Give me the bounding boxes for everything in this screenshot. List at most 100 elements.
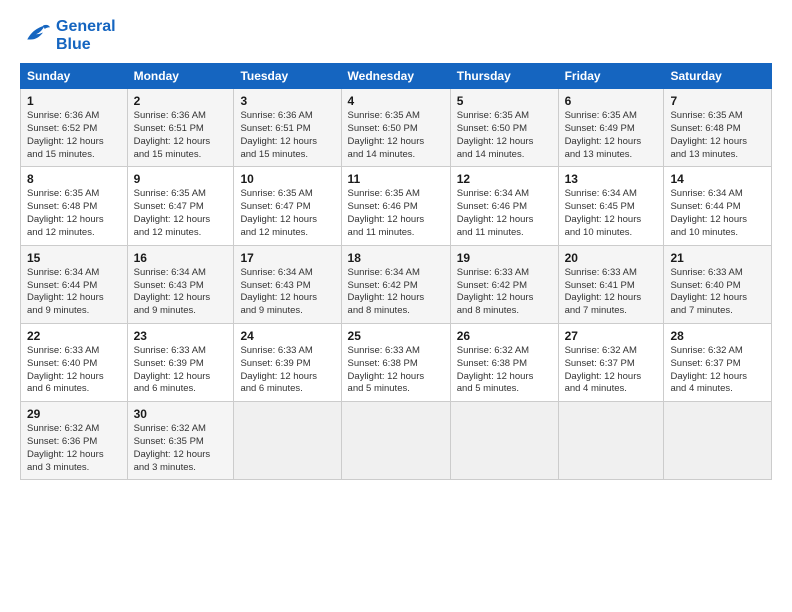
day-number: 28 [670,329,765,343]
day-info: Sunrise: 6:34 AM Sunset: 6:45 PM Dayligh… [565,188,658,239]
day-number: 14 [670,172,765,186]
day-number: 22 [27,329,121,343]
calendar-cell [234,402,341,480]
day-number: 3 [240,94,334,108]
calendar-cell: 3 Sunrise: 6:36 AM Sunset: 6:51 PM Dayli… [234,89,341,167]
day-info: Sunrise: 6:33 AM Sunset: 6:39 PM Dayligh… [134,345,228,396]
day-number: 11 [348,172,444,186]
weekday-header-wednesday: Wednesday [341,64,450,89]
day-number: 10 [240,172,334,186]
day-number: 7 [670,94,765,108]
day-number: 30 [134,407,228,421]
day-number: 26 [457,329,552,343]
weekday-header-thursday: Thursday [450,64,558,89]
day-info: Sunrise: 6:34 AM Sunset: 6:43 PM Dayligh… [134,267,228,318]
day-number: 4 [348,94,444,108]
day-info: Sunrise: 6:35 AM Sunset: 6:50 PM Dayligh… [457,110,552,161]
calendar-week-4: 22 Sunrise: 6:33 AM Sunset: 6:40 PM Dayl… [21,323,772,401]
calendar-cell: 21 Sunrise: 6:33 AM Sunset: 6:40 PM Dayl… [664,245,772,323]
calendar-cell [558,402,664,480]
calendar-cell: 19 Sunrise: 6:33 AM Sunset: 6:42 PM Dayl… [450,245,558,323]
calendar-header-row: SundayMondayTuesdayWednesdayThursdayFrid… [21,64,772,89]
day-number: 21 [670,251,765,265]
day-number: 15 [27,251,121,265]
day-number: 8 [27,172,121,186]
calendar-cell: 2 Sunrise: 6:36 AM Sunset: 6:51 PM Dayli… [127,89,234,167]
calendar-cell: 15 Sunrise: 6:34 AM Sunset: 6:44 PM Dayl… [21,245,128,323]
calendar-cell [450,402,558,480]
day-info: Sunrise: 6:35 AM Sunset: 6:47 PM Dayligh… [134,188,228,239]
calendar-cell [664,402,772,480]
day-info: Sunrise: 6:36 AM Sunset: 6:51 PM Dayligh… [134,110,228,161]
day-number: 20 [565,251,658,265]
day-info: Sunrise: 6:34 AM Sunset: 6:46 PM Dayligh… [457,188,552,239]
day-info: Sunrise: 6:33 AM Sunset: 6:40 PM Dayligh… [670,267,765,318]
day-number: 19 [457,251,552,265]
day-info: Sunrise: 6:33 AM Sunset: 6:39 PM Dayligh… [240,345,334,396]
calendar-week-3: 15 Sunrise: 6:34 AM Sunset: 6:44 PM Dayl… [21,245,772,323]
day-info: Sunrise: 6:32 AM Sunset: 6:37 PM Dayligh… [565,345,658,396]
calendar-cell: 29 Sunrise: 6:32 AM Sunset: 6:36 PM Dayl… [21,402,128,480]
day-info: Sunrise: 6:35 AM Sunset: 6:46 PM Dayligh… [348,188,444,239]
calendar-cell: 18 Sunrise: 6:34 AM Sunset: 6:42 PM Dayl… [341,245,450,323]
day-number: 25 [348,329,444,343]
page: General Blue SundayMondayTuesdayWednesda… [0,0,792,612]
logo: General Blue [20,18,116,53]
calendar-cell [341,402,450,480]
calendar-cell: 4 Sunrise: 6:35 AM Sunset: 6:50 PM Dayli… [341,89,450,167]
day-number: 27 [565,329,658,343]
calendar-cell: 13 Sunrise: 6:34 AM Sunset: 6:45 PM Dayl… [558,167,664,245]
day-number: 17 [240,251,334,265]
calendar-cell: 6 Sunrise: 6:35 AM Sunset: 6:49 PM Dayli… [558,89,664,167]
day-info: Sunrise: 6:32 AM Sunset: 6:36 PM Dayligh… [27,423,121,474]
weekday-header-tuesday: Tuesday [234,64,341,89]
calendar-week-5: 29 Sunrise: 6:32 AM Sunset: 6:36 PM Dayl… [21,402,772,480]
day-info: Sunrise: 6:35 AM Sunset: 6:50 PM Dayligh… [348,110,444,161]
day-info: Sunrise: 6:34 AM Sunset: 6:44 PM Dayligh… [27,267,121,318]
calendar-cell: 5 Sunrise: 6:35 AM Sunset: 6:50 PM Dayli… [450,89,558,167]
day-info: Sunrise: 6:33 AM Sunset: 6:41 PM Dayligh… [565,267,658,318]
calendar-cell: 10 Sunrise: 6:35 AM Sunset: 6:47 PM Dayl… [234,167,341,245]
calendar-cell: 20 Sunrise: 6:33 AM Sunset: 6:41 PM Dayl… [558,245,664,323]
calendar-cell: 24 Sunrise: 6:33 AM Sunset: 6:39 PM Dayl… [234,323,341,401]
day-number: 1 [27,94,121,108]
calendar-cell: 1 Sunrise: 6:36 AM Sunset: 6:52 PM Dayli… [21,89,128,167]
calendar-cell: 14 Sunrise: 6:34 AM Sunset: 6:44 PM Dayl… [664,167,772,245]
calendar-cell: 17 Sunrise: 6:34 AM Sunset: 6:43 PM Dayl… [234,245,341,323]
day-info: Sunrise: 6:36 AM Sunset: 6:52 PM Dayligh… [27,110,121,161]
day-info: Sunrise: 6:36 AM Sunset: 6:51 PM Dayligh… [240,110,334,161]
day-info: Sunrise: 6:34 AM Sunset: 6:42 PM Dayligh… [348,267,444,318]
day-info: Sunrise: 6:32 AM Sunset: 6:35 PM Dayligh… [134,423,228,474]
calendar-cell: 16 Sunrise: 6:34 AM Sunset: 6:43 PM Dayl… [127,245,234,323]
day-number: 12 [457,172,552,186]
calendar-body: 1 Sunrise: 6:36 AM Sunset: 6:52 PM Dayli… [21,89,772,480]
logo-icon [20,22,52,50]
day-info: Sunrise: 6:35 AM Sunset: 6:48 PM Dayligh… [670,110,765,161]
logo-text: General Blue [56,18,116,53]
day-info: Sunrise: 6:33 AM Sunset: 6:42 PM Dayligh… [457,267,552,318]
day-number: 5 [457,94,552,108]
day-number: 2 [134,94,228,108]
day-info: Sunrise: 6:32 AM Sunset: 6:37 PM Dayligh… [670,345,765,396]
day-info: Sunrise: 6:34 AM Sunset: 6:43 PM Dayligh… [240,267,334,318]
day-number: 18 [348,251,444,265]
calendar-cell: 25 Sunrise: 6:33 AM Sunset: 6:38 PM Dayl… [341,323,450,401]
calendar-cell: 22 Sunrise: 6:33 AM Sunset: 6:40 PM Dayl… [21,323,128,401]
day-info: Sunrise: 6:35 AM Sunset: 6:47 PM Dayligh… [240,188,334,239]
day-info: Sunrise: 6:35 AM Sunset: 6:48 PM Dayligh… [27,188,121,239]
day-number: 23 [134,329,228,343]
weekday-header-friday: Friday [558,64,664,89]
calendar-cell: 27 Sunrise: 6:32 AM Sunset: 6:37 PM Dayl… [558,323,664,401]
day-number: 16 [134,251,228,265]
calendar-cell: 26 Sunrise: 6:32 AM Sunset: 6:38 PM Dayl… [450,323,558,401]
day-number: 9 [134,172,228,186]
day-info: Sunrise: 6:34 AM Sunset: 6:44 PM Dayligh… [670,188,765,239]
day-number: 6 [565,94,658,108]
calendar-cell: 28 Sunrise: 6:32 AM Sunset: 6:37 PM Dayl… [664,323,772,401]
day-number: 24 [240,329,334,343]
calendar-cell: 11 Sunrise: 6:35 AM Sunset: 6:46 PM Dayl… [341,167,450,245]
day-number: 29 [27,407,121,421]
weekday-header-saturday: Saturday [664,64,772,89]
calendar-table: SundayMondayTuesdayWednesdayThursdayFrid… [20,63,772,480]
weekday-header-sunday: Sunday [21,64,128,89]
